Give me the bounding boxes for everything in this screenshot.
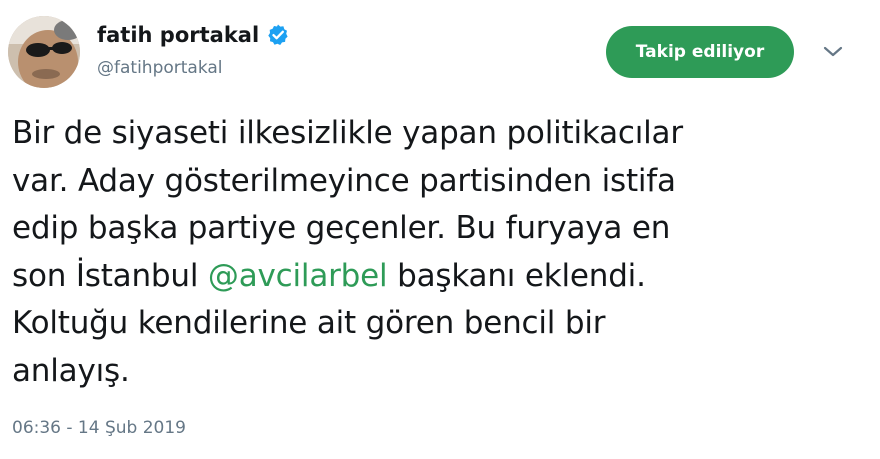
tweet-timestamp[interactable]: 06:36 - 14 Şub 2019 [12,418,186,438]
user-handle[interactable]: @fatihportakal [97,58,223,78]
chevron-down-icon[interactable] [822,44,844,58]
verified-badge-icon [266,23,290,47]
name-row: fatih portakal [97,18,290,52]
avatar-photo [8,16,80,88]
tweet-text: Bir de siyaseti ilkesizlikle yapan polit… [12,110,872,395]
mention-link[interactable]: @avcilarbel [208,258,388,294]
display-name[interactable]: fatih portakal [97,23,259,47]
avatar[interactable] [8,16,80,88]
following-button[interactable]: Takip ediliyor [606,26,794,78]
